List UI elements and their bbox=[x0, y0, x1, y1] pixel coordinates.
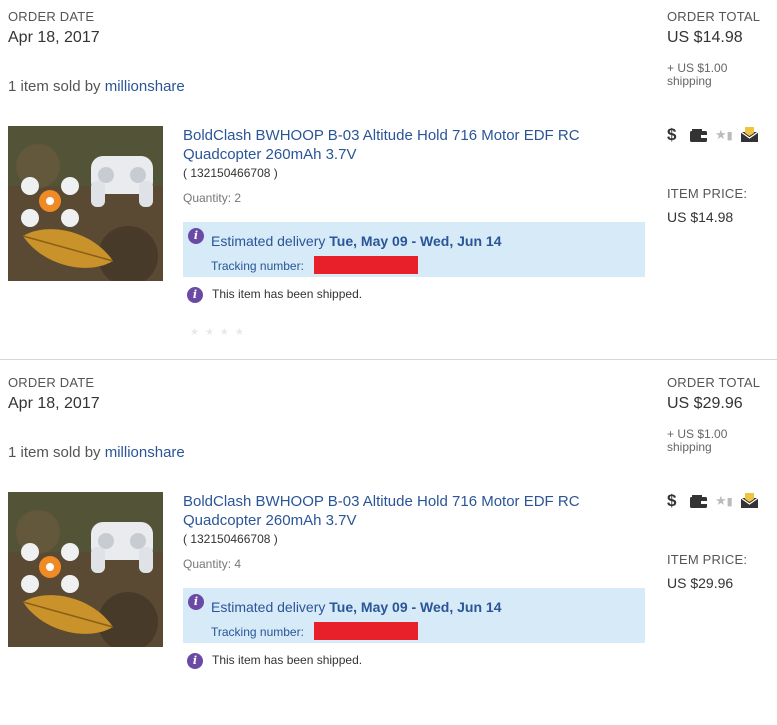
item-price-label: ITEM PRICE: bbox=[667, 552, 748, 567]
estimated-delivery-dates: Tue, May 09 - Wed, Jun 14 bbox=[329, 233, 502, 249]
order-actions-icons: $ ★▮ bbox=[667, 126, 767, 144]
order-total-value: US $14.98 bbox=[667, 29, 743, 46]
info-icon: i bbox=[187, 653, 203, 669]
shipped-status-text: This item has been shipped. bbox=[212, 653, 363, 667]
sold-by-line: 1 item sold by millionshare bbox=[8, 444, 185, 461]
info-icon: i bbox=[188, 594, 204, 610]
sold-by-prefix: 1 item sold by bbox=[8, 78, 105, 95]
order-date-label: ORDER DATE bbox=[8, 9, 95, 24]
estimated-delivery-line: Estimated delivery Tue, May 09 - Wed, Ju… bbox=[211, 233, 501, 249]
order-total-label: ORDER TOTAL bbox=[667, 9, 761, 24]
tracking-number-redacted bbox=[314, 622, 418, 640]
item-number: ( 132150466708 ) bbox=[183, 532, 278, 546]
contact-seller-mail-icon[interactable] bbox=[740, 493, 759, 514]
seller-link[interactable]: millionshare bbox=[105, 444, 185, 461]
estimated-delivery-label: Estimated delivery bbox=[211, 599, 330, 615]
wallet-icon[interactable] bbox=[690, 129, 707, 147]
leave-feedback-icon[interactable]: ★▮ bbox=[715, 126, 733, 145]
shipping-cost-label: shipping bbox=[667, 440, 712, 454]
seller-link[interactable]: millionshare bbox=[105, 78, 185, 95]
info-icon: i bbox=[188, 228, 204, 244]
order-card: ORDER DATE Apr 18, 2017 1 item sold by m… bbox=[0, 0, 777, 359]
order-total-label: ORDER TOTAL bbox=[667, 375, 761, 390]
rating-stars-faint: ★★★★ bbox=[190, 327, 250, 338]
tracking-number-redacted bbox=[314, 256, 418, 274]
info-icon: i bbox=[187, 287, 203, 303]
shipping-cost: + US $1.00 shipping bbox=[667, 428, 727, 454]
item-number: ( 132150466708 ) bbox=[183, 166, 278, 180]
item-thumbnail[interactable] bbox=[8, 492, 163, 647]
item-quantity: Quantity: 4 bbox=[183, 557, 242, 571]
estimated-delivery-dates: Tue, May 09 - Wed, Jun 14 bbox=[329, 599, 502, 615]
order-date-value: Apr 18, 2017 bbox=[8, 395, 100, 412]
tracking-number-label: Tracking number: bbox=[211, 259, 304, 273]
dollar-icon[interactable]: $ bbox=[667, 492, 676, 510]
delivery-info-box: i Estimated delivery Tue, May 09 - Wed, … bbox=[183, 222, 645, 277]
delivery-info-box: i Estimated delivery Tue, May 09 - Wed, … bbox=[183, 588, 645, 643]
item-price-value: US $14.98 bbox=[667, 209, 734, 225]
shipped-status-text: This item has been shipped. bbox=[212, 287, 363, 301]
order-card: ORDER DATE Apr 18, 2017 1 item sold by m… bbox=[0, 366, 777, 725]
sold-by-line: 1 item sold by millionshare bbox=[8, 78, 185, 95]
shipping-cost: + US $1.00 shipping bbox=[667, 62, 727, 88]
dollar-icon[interactable]: $ bbox=[667, 126, 676, 144]
contact-seller-mail-icon[interactable] bbox=[740, 127, 759, 148]
shipping-cost-label: shipping bbox=[667, 74, 712, 88]
order-total-value: US $29.96 bbox=[667, 395, 743, 412]
order-divider bbox=[0, 359, 777, 360]
item-thumbnail[interactable] bbox=[8, 126, 163, 281]
tracking-number-label: Tracking number: bbox=[211, 625, 304, 639]
item-title-link[interactable]: BoldClash BWHOOP B-03 Altitude Hold 716 … bbox=[183, 492, 638, 530]
leave-feedback-icon[interactable]: ★▮ bbox=[715, 492, 733, 511]
order-date-value: Apr 18, 2017 bbox=[8, 29, 100, 46]
estimated-delivery-line: Estimated delivery Tue, May 09 - Wed, Ju… bbox=[211, 599, 501, 615]
sold-by-prefix: 1 item sold by bbox=[8, 444, 105, 461]
order-actions-icons: $ ★▮ bbox=[667, 492, 767, 510]
wallet-icon[interactable] bbox=[690, 495, 707, 513]
item-title-link[interactable]: BoldClash BWHOOP B-03 Altitude Hold 716 … bbox=[183, 126, 638, 164]
estimated-delivery-label: Estimated delivery bbox=[211, 233, 330, 249]
item-price-label: ITEM PRICE: bbox=[667, 186, 748, 201]
order-date-label: ORDER DATE bbox=[8, 375, 95, 390]
item-price-value: US $29.96 bbox=[667, 575, 734, 591]
item-quantity: Quantity: 2 bbox=[183, 191, 242, 205]
